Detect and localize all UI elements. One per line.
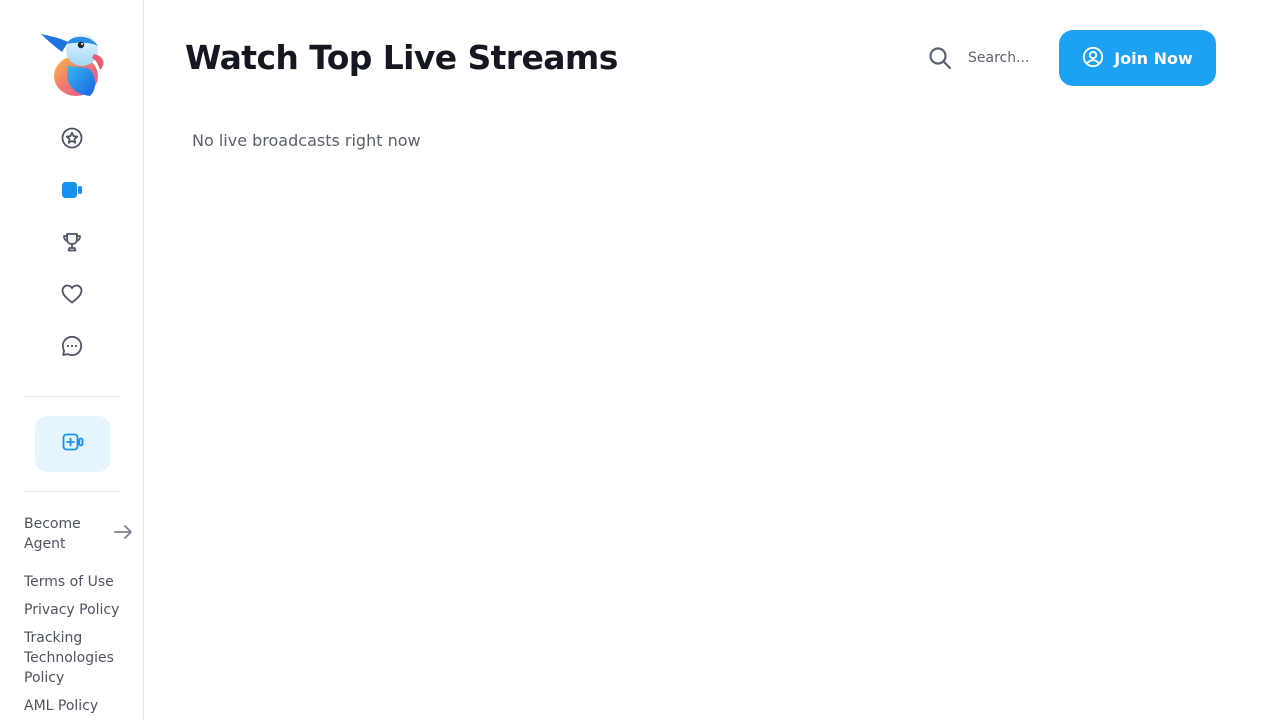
sidebar-divider (24, 491, 120, 492)
nav-heart-icon[interactable] (58, 280, 86, 308)
parrot-logo[interactable] (38, 30, 106, 98)
join-now-button[interactable]: Join Now (1059, 30, 1216, 86)
user-circle-icon (1082, 46, 1104, 71)
nav-chat-bubble-icon[interactable] (58, 332, 86, 360)
search-icon[interactable] (926, 44, 954, 72)
sidebar: Become Agent Terms of Use Privacy Policy… (0, 0, 144, 720)
privacy-policy-link[interactable]: Privacy Policy (24, 600, 128, 620)
tracking-technologies-policy-link[interactable]: Tracking Technologies Policy (24, 628, 128, 688)
terms-of-use-link[interactable]: Terms of Use (24, 572, 128, 592)
sidebar-divider (24, 396, 120, 397)
nav-trophy-icon[interactable] (58, 228, 86, 256)
become-agent-label: Become Agent (24, 516, 81, 552)
go-live-button[interactable] (35, 416, 110, 472)
join-now-label: Join Now (1114, 48, 1193, 68)
nav-star-icon[interactable] (58, 124, 86, 152)
aml-policy-link[interactable]: AML Policy (24, 696, 128, 716)
search-bar (926, 42, 1046, 74)
search-input[interactable] (968, 50, 1046, 66)
add-video-icon (61, 430, 85, 458)
arrow-right-icon (112, 521, 134, 547)
become-agent-link[interactable]: Become Agent (24, 512, 134, 556)
nav-video-camera-icon[interactable] (58, 176, 86, 204)
empty-state-message: No live broadcasts right now (192, 131, 421, 150)
page-title: Watch Top Live Streams (185, 38, 618, 77)
